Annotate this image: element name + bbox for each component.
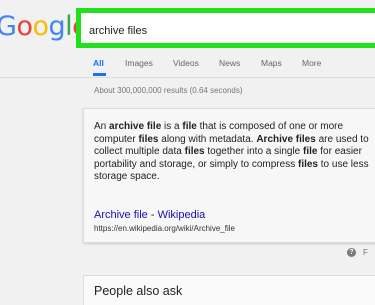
snippet-part: files (297, 158, 318, 170)
people-also-ask-panel: People also ask (83, 275, 375, 305)
snippet-part: An (94, 121, 110, 132)
snippet-part: together into a single (204, 146, 304, 157)
feedback-link[interactable]: F (363, 248, 368, 257)
featured-snippet-text: An archive file is a file that is compos… (94, 121, 375, 184)
active-tab-indicator (93, 73, 106, 76)
tab-images[interactable]: Images (125, 58, 153, 68)
tab-all[interactable]: All (93, 58, 104, 68)
featured-snippet-card: An archive file is a file that is compos… (83, 108, 375, 243)
snippet-part: file (182, 121, 197, 132)
snippet-part: along with metadata. (158, 133, 257, 145)
tab-maps[interactable]: Maps (261, 58, 282, 68)
logo-letter: g (48, 11, 66, 42)
people-also-ask-title: People also ask (94, 284, 183, 298)
snippet-part: is a (161, 121, 183, 132)
snippet-part: file (303, 146, 318, 157)
snippet-part: files (184, 146, 205, 157)
snippet-part: archive file (109, 121, 162, 132)
search-box[interactable] (76, 8, 375, 48)
result-url: https://en.wikipedia.org/wiki/Archive_fi… (94, 224, 235, 233)
search-tabs: All Images Videos News Maps More (0, 55, 375, 77)
tabs-divider (0, 77, 375, 78)
tab-more[interactable]: More (302, 58, 321, 68)
tab-videos[interactable]: Videos (173, 58, 199, 68)
result-stats: About 300,000,000 results (0.64 seconds) (94, 86, 243, 95)
wikipedia-result-link[interactable]: Archive file - Wikipedia (94, 209, 205, 221)
tab-news[interactable]: News (219, 58, 240, 68)
help-icon[interactable]: ? (347, 248, 356, 257)
logo-letter: o (16, 11, 33, 42)
logo-letter: o (32, 11, 49, 42)
search-input[interactable] (89, 20, 369, 42)
snippet-part: Archive files (256, 133, 316, 145)
snippet-part: files (138, 133, 159, 145)
logo-letter: G (0, 11, 17, 42)
